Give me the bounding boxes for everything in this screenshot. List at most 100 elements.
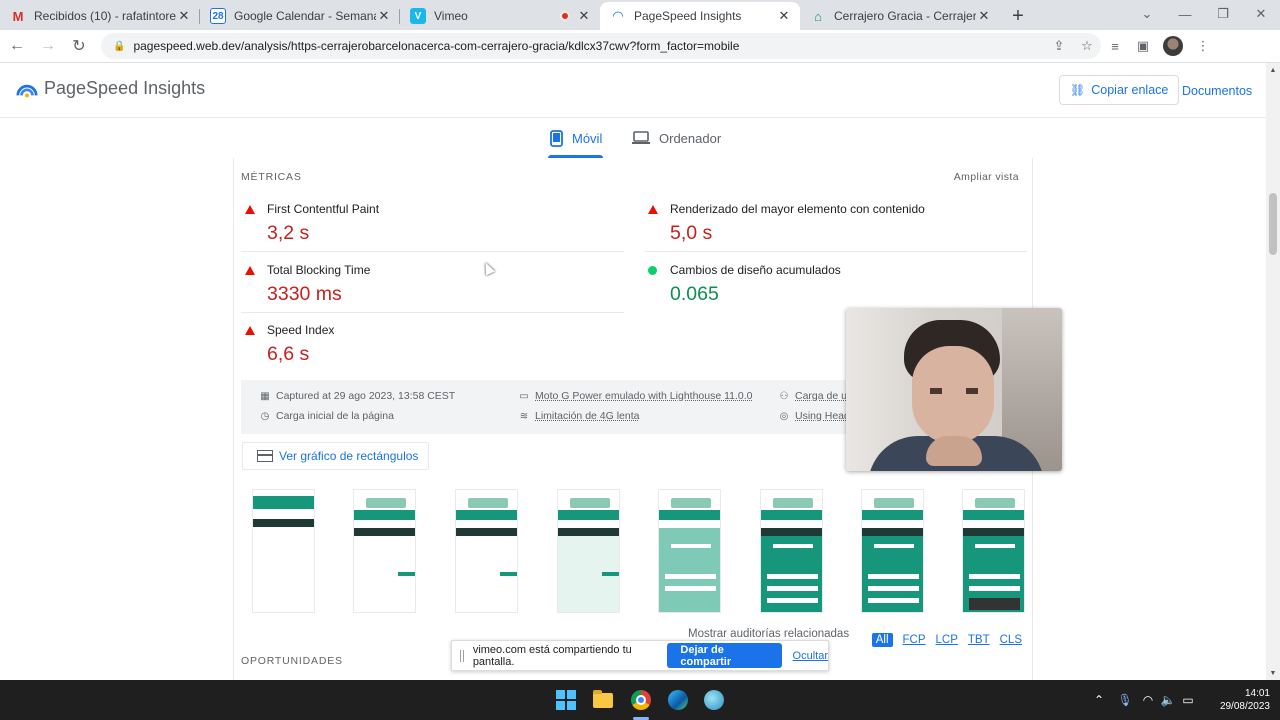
globe-taskbar-button[interactable] xyxy=(702,688,726,712)
drag-handle-icon[interactable] xyxy=(460,649,464,662)
address-bar[interactable]: 🔒 pagespeed.web.dev/analysis/https-cerra… xyxy=(101,33,1101,59)
page-scrollbar[interactable]: ▲ ▼ xyxy=(1266,63,1280,680)
filter-cls[interactable]: CLS xyxy=(1000,634,1022,646)
poor-indicator-icon xyxy=(648,205,658,214)
page-load-text: Carga inicial de la página xyxy=(276,410,394,422)
reload-icon[interactable]: ↻ xyxy=(65,32,93,60)
close-icon[interactable]: ✕ xyxy=(776,8,792,24)
wifi-icon[interactable]: ◠ xyxy=(1138,693,1158,707)
laptop-icon xyxy=(632,131,650,144)
docs-link[interactable]: Documentos xyxy=(1182,84,1252,98)
chevron-down-icon[interactable]: ⌄ xyxy=(1128,0,1166,28)
filmstrip xyxy=(252,489,1032,613)
window-controls: ⌄ — ❐ ✕ xyxy=(1128,0,1280,30)
good-indicator-icon xyxy=(648,266,657,275)
windows-icon xyxy=(556,690,576,710)
webcam-overlay[interactable] xyxy=(846,308,1062,471)
metric-value: 6,6 s xyxy=(267,343,310,365)
filmstrip-frame xyxy=(760,489,823,613)
microphone-icon[interactable]: 🎙 xyxy=(1112,693,1138,707)
stop-sharing-button[interactable]: Dejar de compartir xyxy=(667,643,782,668)
tab-mobile[interactable]: Móvil xyxy=(550,128,602,148)
avatar[interactable] xyxy=(1163,36,1183,56)
throttling-info[interactable]: ≋ Limitación de 4G lenta xyxy=(517,410,640,422)
logo[interactable]: PageSpeed Insights xyxy=(16,77,205,99)
browser-toolbar: ← → ↻ 🔒 pagespeed.web.dev/analysis/https… xyxy=(0,30,1280,63)
metric-name: Total Blocking Time xyxy=(267,263,371,277)
tab-gmail[interactable]: M Recibidos (10) - rafatintorefd@gm ✕ xyxy=(0,2,200,30)
forward-icon[interactable]: → xyxy=(34,32,62,60)
browser-info[interactable]: ◎ Using Headl xyxy=(777,410,853,422)
filmstrip-frame xyxy=(353,489,416,613)
filmstrip-frame xyxy=(557,489,620,613)
throttling-text: Limitación de 4G lenta xyxy=(535,410,640,422)
share-icon[interactable]: ⇪ xyxy=(1045,38,1073,54)
filmstrip-frame xyxy=(455,489,518,613)
close-icon[interactable]: ✕ xyxy=(576,8,592,24)
scroll-down-icon[interactable]: ▼ xyxy=(1266,666,1280,680)
copy-link-button[interactable]: ⛓ Copiar enlace xyxy=(1059,75,1180,105)
link-icon: ⛓ xyxy=(1070,83,1086,97)
session-info[interactable]: ⚇ Carga de un xyxy=(777,390,853,402)
minimize-icon[interactable]: — xyxy=(1166,0,1204,28)
recording-icon xyxy=(560,11,570,21)
scroll-up-icon[interactable]: ▲ xyxy=(1266,63,1280,77)
hide-share-bar-link[interactable]: Ocultar xyxy=(793,650,828,662)
captured-info: ▦ Captured at 29 ago 2023, 13:58 CEST xyxy=(258,390,455,402)
metric-fcp: First Contentful Paint 3,2 s xyxy=(234,158,618,244)
clock-date: 29/08/2023 xyxy=(1219,701,1270,712)
device-info[interactable]: ▭ Moto G Power emulado with Lighthouse 1… xyxy=(517,390,752,402)
new-tab-button[interactable]: + xyxy=(1004,2,1032,30)
file-explorer-button[interactable] xyxy=(591,688,615,712)
metric-speed-index: Speed Index 6,6 s xyxy=(234,279,618,365)
start-button[interactable] xyxy=(554,688,578,712)
webcam-person-hand xyxy=(926,436,982,466)
chrome-icon xyxy=(631,690,651,710)
page-header: PageSpeed Insights ⛓ Copiar enlace Docum… xyxy=(0,63,1266,118)
chevron-up-icon[interactable]: ⌃ xyxy=(1092,693,1106,707)
tab-desktop-label: Ordenador xyxy=(659,130,722,146)
calendar-icon: 28 xyxy=(210,8,226,24)
logo-text: PageSpeed Insights xyxy=(44,77,206,98)
metric-name: Speed Index xyxy=(267,323,335,337)
treemap-button[interactable]: Ver gráfico de rectángulos xyxy=(242,442,430,470)
tab-desktop[interactable]: Ordenador xyxy=(632,128,721,148)
tab-vimeo[interactable]: V Vimeo ✕ xyxy=(400,2,600,30)
calendar-icon: ▦ xyxy=(260,390,270,402)
tab-pagespeed[interactable]: ◠ PageSpeed Insights ✕ xyxy=(600,2,800,30)
scrollbar-thumb[interactable] xyxy=(1269,193,1277,255)
session-text: Carga de un xyxy=(795,390,853,402)
metric-cls: Cambios de diseño acumulados 0.065 xyxy=(637,219,1021,305)
page-load-info: ◷ Carga inicial de la página xyxy=(258,410,394,422)
filter-all[interactable]: All xyxy=(871,633,893,647)
restore-icon[interactable]: ❐ xyxy=(1204,0,1242,28)
filmstrip-frame xyxy=(962,489,1025,613)
close-window-icon[interactable]: ✕ xyxy=(1242,0,1280,28)
tab-mobile-label: Móvil xyxy=(572,130,603,146)
battery-icon[interactable]: ▭ xyxy=(1178,693,1198,707)
tab-calendar[interactable]: 28 Google Calendar - Semana del 28 ✕ xyxy=(200,2,400,30)
filter-fcp[interactable]: FCP xyxy=(903,634,926,646)
treemap-label: Ver gráfico de rectángulos xyxy=(279,449,419,463)
media-control-icon[interactable]: ≡ xyxy=(1101,32,1129,60)
back-icon[interactable]: ← xyxy=(3,32,31,60)
filter-lcp[interactable]: LCP xyxy=(936,634,958,646)
close-icon[interactable]: ✕ xyxy=(376,8,392,24)
users-icon: ⚇ xyxy=(779,390,789,402)
star-icon[interactable]: ☆ xyxy=(1073,38,1101,54)
poor-indicator-icon xyxy=(245,266,255,275)
speaker-icon[interactable]: 🔈 xyxy=(1158,693,1178,707)
screen-share-bar: vimeo.com está compartiendo tu pantalla.… xyxy=(451,640,829,671)
webcam-person-face xyxy=(912,346,994,444)
tab-cerrajero[interactable]: ⌂ Cerrajero Gracia - Cerrajero Barce ✕ xyxy=(800,2,1000,30)
tab-title: Recibidos (10) - rafatintorefd@gm xyxy=(34,9,176,23)
side-panel-icon[interactable]: ▣ xyxy=(1129,32,1157,60)
edge-taskbar-button[interactable] xyxy=(666,688,690,712)
chrome-taskbar-button[interactable] xyxy=(629,688,653,712)
close-icon[interactable]: ✕ xyxy=(176,8,192,24)
close-icon[interactable]: ✕ xyxy=(976,8,992,24)
clock[interactable]: 14:01 29/08/2023 xyxy=(1206,687,1270,713)
filter-tbt[interactable]: TBT xyxy=(968,634,990,646)
lock-icon[interactable]: 🔒 xyxy=(113,41,125,52)
menu-icon[interactable]: ⋮ xyxy=(1189,32,1217,60)
